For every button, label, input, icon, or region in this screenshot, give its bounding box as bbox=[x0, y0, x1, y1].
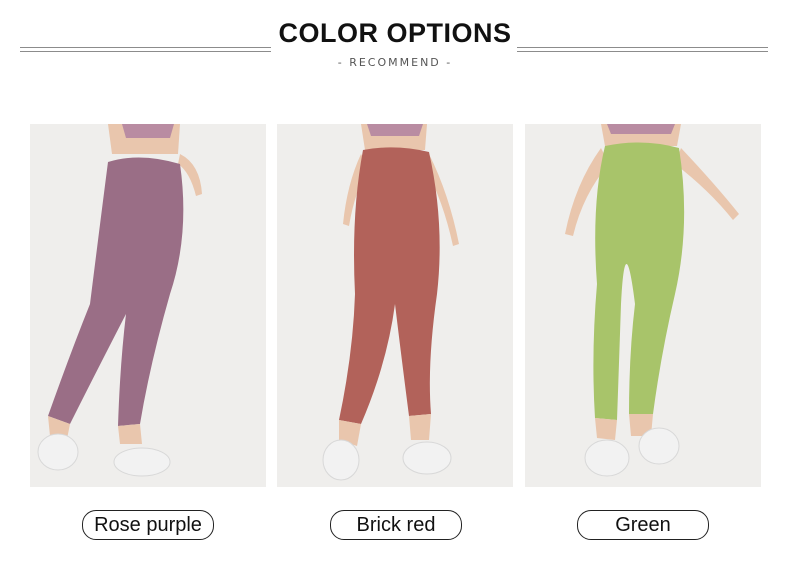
color-option-rose-purple[interactable]: Rose purple bbox=[82, 510, 214, 540]
product-card-green[interactable] bbox=[525, 124, 761, 487]
product-card-rose-purple[interactable] bbox=[30, 124, 266, 487]
product-card-brick-red[interactable] bbox=[277, 124, 513, 487]
product-photo-green bbox=[525, 124, 761, 487]
color-option-brick-red[interactable]: Brick red bbox=[330, 510, 462, 540]
page-subtitle: - RECOMMEND - bbox=[337, 56, 453, 69]
product-photo-brick-red bbox=[277, 124, 513, 487]
page-title: COLOR OPTIONS bbox=[278, 18, 512, 48]
color-option-green[interactable]: Green bbox=[577, 510, 709, 540]
product-photo-rose-purple bbox=[30, 124, 266, 487]
